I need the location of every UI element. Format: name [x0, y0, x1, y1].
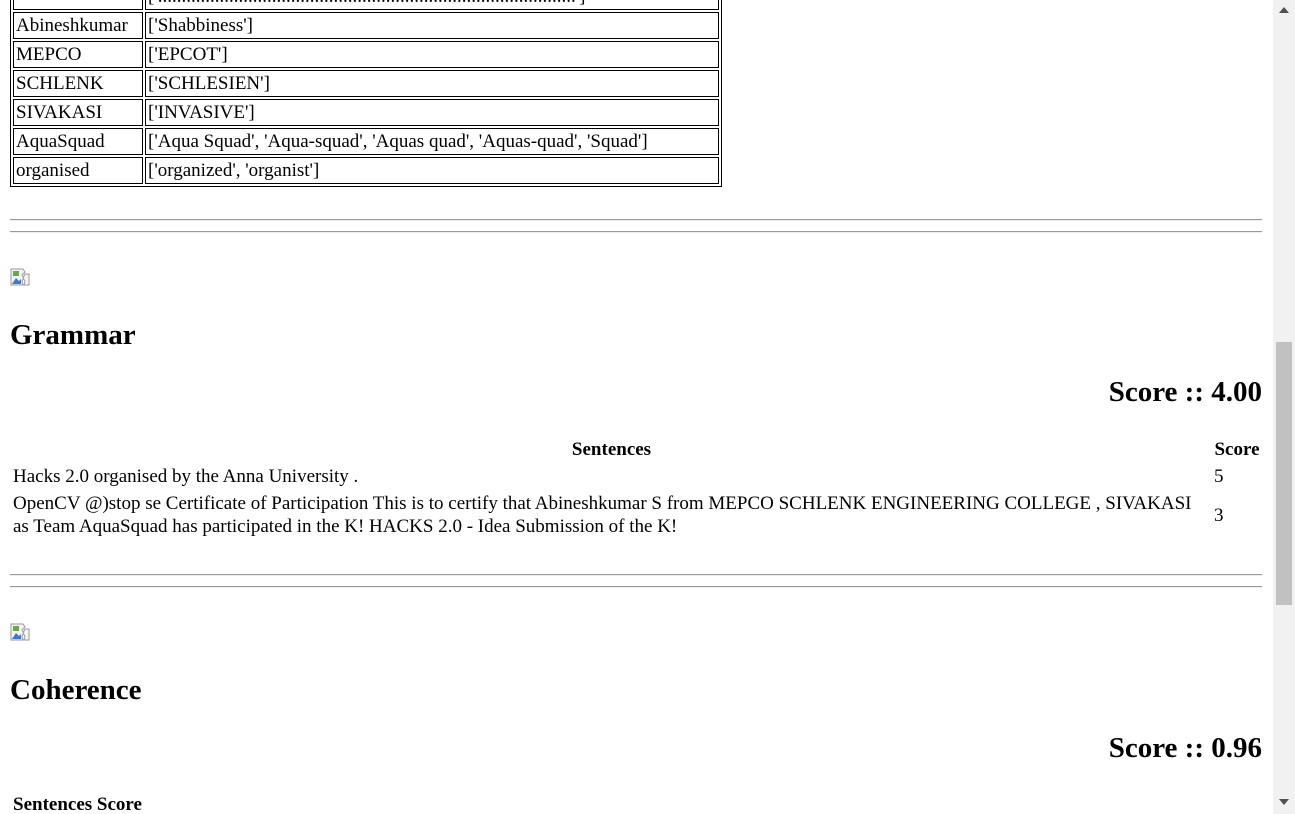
divider: [10, 574, 1262, 576]
misspelled-word-cell: SCHLENK: [13, 70, 143, 97]
sentence-cell: OpenCV @)stop se Certificate of Particip…: [13, 493, 1192, 537]
table-row: Hacks 2.0 organised by the Anna Universi…: [12, 464, 1261, 489]
suggestions-cell: ['Aqua Squad', 'Aqua-squad', 'Aquas quad…: [145, 128, 719, 155]
score-cell: 5: [1214, 466, 1224, 487]
suggestions-cell: ['EPCOT']: [145, 41, 719, 68]
misspelled-word-cell: AquaSquad: [13, 128, 143, 155]
grammar-title: Grammar: [10, 319, 136, 351]
coherence-title: Coherence: [10, 674, 142, 706]
table-row: MEPCO ['EPCOT']: [13, 41, 719, 68]
suggestions-cell: ['......................................…: [145, 0, 719, 10]
misspelled-word-cell: SIVAKASI: [13, 99, 143, 126]
table-row: organised ['organized', 'organist']: [13, 157, 719, 184]
table-row: SIVAKASI ['INVASIVE']: [13, 99, 719, 126]
suggestions-cell: ['Shabbiness']: [145, 12, 719, 39]
misspelled-word-cell: MEPCO: [13, 41, 143, 68]
coherence-table-header: Sentences Score: [13, 794, 142, 814]
sentences-header: Sentences: [571, 439, 652, 460]
grammar-score: Score :: 4.00: [1108, 376, 1262, 408]
suggestions-cell: ['INVASIVE']: [145, 99, 719, 126]
page-content: ['......................................…: [0, 0, 1273, 814]
arrow-down-icon[interactable]: [1279, 799, 1289, 805]
misspelled-word-cell: organised: [13, 157, 143, 184]
scrollbar-thumb[interactable]: [1276, 342, 1292, 605]
divider: [10, 586, 1262, 588]
spelling-table: ['......................................…: [10, 0, 722, 187]
table-header-row: Sentences Score: [12, 438, 1261, 462]
misspelled-word-cell: [13, 0, 143, 10]
arrow-up-icon[interactable]: [1279, 7, 1289, 13]
table-row: SCHLENK ['SCHLESIEN']: [13, 70, 719, 97]
vertical-scrollbar[interactable]: [1273, 0, 1295, 814]
broken-image-icon: [10, 623, 30, 641]
score-cell: 3: [1214, 504, 1224, 526]
suggestions-cell: ['organized', 'organist']: [145, 157, 719, 184]
table-row: OpenCV @)stop se Certificate of Particip…: [12, 491, 1261, 539]
divider: [10, 231, 1262, 233]
divider: [10, 219, 1262, 221]
sentence-cell: Hacks 2.0 organised by the Anna Universi…: [13, 466, 359, 487]
table-row: ['......................................…: [13, 0, 719, 10]
grammar-table: Sentences Score Hacks 2.0 organised by t…: [10, 436, 1263, 541]
table-row: AquaSquad ['Aqua Squad', 'Aqua-squad', 'A…: [13, 128, 719, 155]
misspelled-word-cell: Abineshkumar: [13, 12, 143, 39]
score-header: Score: [1214, 439, 1260, 460]
broken-image-icon: [10, 268, 30, 286]
table-row: Abineshkumar ['Shabbiness']: [13, 12, 719, 39]
suggestions-cell: ['SCHLESIEN']: [145, 70, 719, 97]
coherence-score: Score :: 0.96: [1108, 732, 1262, 764]
